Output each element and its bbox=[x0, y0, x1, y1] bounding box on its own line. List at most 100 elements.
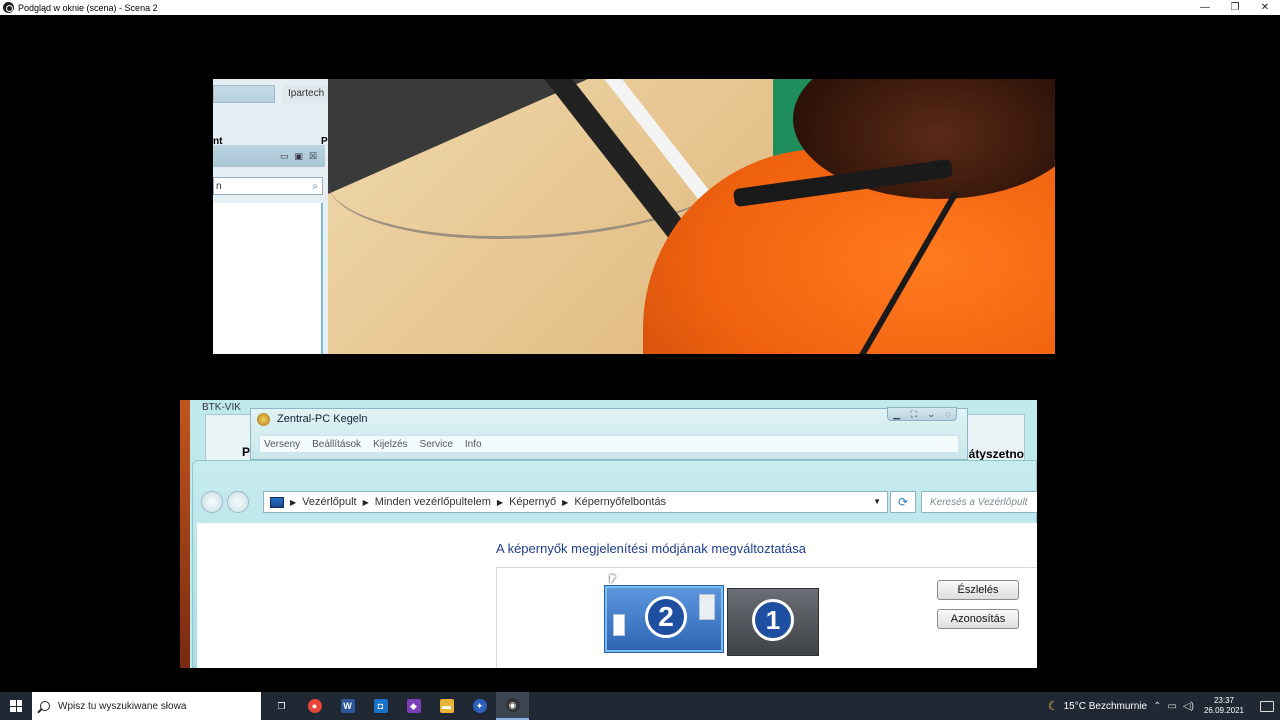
taskbar-search-placeholder: Wpisz tu wyszukiwane słowa bbox=[58, 700, 187, 712]
chrome-button[interactable]: ● bbox=[298, 692, 331, 720]
background-label-left: P bbox=[242, 445, 251, 459]
word-button[interactable]: W bbox=[331, 692, 364, 720]
control-panel-icon bbox=[270, 496, 284, 508]
clock[interactable]: 23:37 26.09.2021 bbox=[1204, 696, 1244, 716]
taskbar: Wpisz tu wyszukiwane słowa ❐ ● W ◘ ◆ ▬ ✦… bbox=[0, 692, 1280, 720]
help-icon[interactable]: ◌ bbox=[945, 409, 950, 419]
captured-tab-label: Ipartech bbox=[283, 85, 328, 103]
maximize-icon[interactable]: ⛶ bbox=[911, 409, 917, 420]
file-explorer-button[interactable]: ▬ bbox=[430, 692, 463, 720]
search-input[interactable]: Keresés a Vezérlőpult bbox=[921, 491, 1037, 513]
menu-item-kijelzes[interactable]: Kijelzés bbox=[373, 439, 407, 450]
volume-icon[interactable]: ◁) bbox=[1183, 701, 1194, 712]
window-title: Podgląd w oknie (scena) - Scena 2 bbox=[18, 2, 158, 13]
control-panel-window: ▶ Vezérlőpult ▶ Minden vezérlőpultelem ▶… bbox=[192, 460, 1037, 668]
kegeln-window-controls: ▁ ⛶ ⌄ ◌ bbox=[887, 407, 957, 421]
monitor-1-tile[interactable]: 1 bbox=[727, 588, 819, 656]
task-view-button[interactable]: ❐ bbox=[265, 692, 298, 720]
file-explorer-icon: ▬ bbox=[439, 699, 454, 713]
system-tray: ☾ 15°C Bezchmurnie ⌃ ▭ ◁) 23:37 26.09.20… bbox=[1048, 692, 1280, 720]
start-button[interactable] bbox=[0, 692, 32, 720]
breadcrumb-item[interactable]: Képernyő bbox=[509, 496, 556, 508]
monitor-arrangement-panel: 2 1 Észlelés Azonosítás bbox=[496, 567, 1037, 668]
chevron-down-icon[interactable]: ▼ bbox=[873, 497, 881, 506]
left-edge-strip bbox=[180, 400, 190, 668]
display-settings-content: A képernyők megjelenítési módjának megvá… bbox=[197, 523, 1037, 668]
app-round-icon: ✦ bbox=[472, 699, 487, 713]
moon-icon: ☾ bbox=[1047, 699, 1059, 713]
captured-window-controls: ▭ ▣ ☒ bbox=[213, 145, 325, 167]
windows-icon bbox=[10, 700, 22, 712]
kegeln-window: Zentral-PC Kegeln ▁ ⛶ ⌄ ◌ Verseny Beállí… bbox=[250, 407, 968, 460]
kegeln-menubar: Verseny Beállítások Kijelzés Service Inf… bbox=[259, 435, 959, 453]
monitor-1-number: 1 bbox=[752, 599, 794, 641]
navigation-buttons bbox=[201, 491, 249, 513]
maximize-button[interactable]: ❐ bbox=[1220, 0, 1250, 15]
obs-icon: ◉ bbox=[505, 698, 520, 712]
screen-capture-source[interactable]: BTK-VIK P átyszetno Zentral-PC Kegeln ▁ … bbox=[180, 400, 1037, 668]
forward-arrow-icon[interactable] bbox=[227, 491, 249, 513]
obs-app-icon bbox=[3, 2, 14, 13]
captured-window-fragment: Ipartech nt P ▭ ▣ ☒ n ⌕ bbox=[213, 79, 328, 354]
search-icon bbox=[40, 701, 50, 711]
identify-button[interactable]: Azonosítás bbox=[937, 609, 1019, 629]
page-title: A képernyők megjelenítési módjának megvá… bbox=[496, 541, 807, 556]
obs-button[interactable]: ◉ bbox=[496, 692, 529, 720]
search-icon: ⌕ bbox=[312, 180, 318, 192]
taskbar-apps: ❐ ● W ◘ ◆ ▬ ✦ ◉ bbox=[265, 692, 529, 720]
address-bar[interactable]: ▶ Vezérlőpult ▶ Minden vezérlőpultelem ▶… bbox=[263, 491, 888, 513]
breadcrumb-item[interactable]: Vezérlőpult bbox=[302, 496, 356, 508]
visual-studio-button[interactable]: ◆ bbox=[397, 692, 430, 720]
preview-stage: Ipartech nt P ▭ ▣ ☒ n ⌕ BTK-VIK P átysze… bbox=[0, 15, 1280, 692]
monitor-2-tile[interactable]: 2 bbox=[605, 586, 723, 652]
chevron-up-icon[interactable]: ⌃ bbox=[1153, 701, 1161, 712]
menu-item-info[interactable]: Info bbox=[465, 439, 482, 450]
chevron-right-icon: ▶ bbox=[562, 497, 569, 507]
breadcrumb-item[interactable]: Minden vezérlőpultelem bbox=[375, 496, 491, 508]
app-blue-icon: ◘ bbox=[373, 699, 388, 713]
chrome-icon: ● bbox=[307, 699, 322, 713]
clock-date: 26.09.2021 bbox=[1203, 706, 1244, 715]
network-icon[interactable]: ▭ bbox=[1167, 701, 1176, 712]
monitor-window-thumbnail bbox=[613, 614, 625, 636]
menu-item-verseny[interactable]: Verseny bbox=[264, 439, 300, 450]
captured-window-body bbox=[213, 203, 323, 354]
kegeln-window-title: Zentral-PC Kegeln bbox=[277, 413, 368, 425]
minimize-icon[interactable]: ▁ bbox=[893, 409, 900, 420]
camera-source[interactable]: Ipartech nt P ▭ ▣ ☒ n ⌕ bbox=[213, 79, 1055, 354]
chevron-down-icon[interactable]: ⌄ bbox=[927, 409, 935, 420]
chevron-right-icon: ▶ bbox=[362, 497, 369, 507]
visual-studio-icon: ◆ bbox=[406, 699, 421, 713]
notification-icon[interactable] bbox=[1260, 700, 1274, 712]
minimize-icon: ▭ bbox=[279, 150, 289, 161]
restore-icon: ▣ bbox=[294, 150, 303, 161]
menu-item-beallitasok[interactable]: Beállítások bbox=[312, 439, 361, 450]
breadcrumb-item[interactable]: Képernyőfelbontás bbox=[574, 496, 666, 508]
captured-search-field: n ⌕ bbox=[213, 177, 323, 195]
captured-tab bbox=[213, 85, 275, 103]
app-blue-button[interactable]: ◘ bbox=[364, 692, 397, 720]
clock-time: 23:37 bbox=[1213, 696, 1234, 705]
close-button[interactable]: ✕ bbox=[1250, 0, 1280, 15]
mouse-cursor-icon bbox=[610, 574, 616, 584]
chevron-right-icon: ▶ bbox=[496, 497, 504, 507]
captured-search-text: n bbox=[216, 180, 222, 192]
detect-button[interactable]: Észlelés bbox=[937, 580, 1019, 600]
kegeln-app-icon bbox=[257, 413, 270, 426]
weather-widget[interactable]: ☾ 15°C Bezchmurnie bbox=[1048, 699, 1147, 713]
monitor-window-thumbnail bbox=[699, 594, 715, 620]
minimize-button[interactable]: — bbox=[1190, 0, 1220, 15]
weather-text: 15°C Bezchmurnie bbox=[1063, 700, 1148, 712]
chevron-right-icon: ▶ bbox=[290, 497, 297, 507]
word-icon: W bbox=[340, 699, 355, 713]
monitor-2-number: 2 bbox=[645, 596, 687, 638]
menu-item-service[interactable]: Service bbox=[420, 439, 453, 450]
close-icon: ☒ bbox=[308, 150, 317, 161]
back-arrow-icon[interactable] bbox=[201, 491, 223, 513]
background-label-right: átyszetno bbox=[968, 447, 1024, 461]
app-round-button[interactable]: ✦ bbox=[463, 692, 496, 720]
refresh-icon[interactable]: ⟳ bbox=[890, 491, 916, 513]
taskbar-search-input[interactable]: Wpisz tu wyszukiwane słowa bbox=[32, 692, 261, 720]
task-view-icon: ❐ bbox=[274, 699, 289, 713]
window-titlebar: Podgląd w oknie (scena) - Scena 2 — ❐ ✕ bbox=[0, 0, 1280, 15]
